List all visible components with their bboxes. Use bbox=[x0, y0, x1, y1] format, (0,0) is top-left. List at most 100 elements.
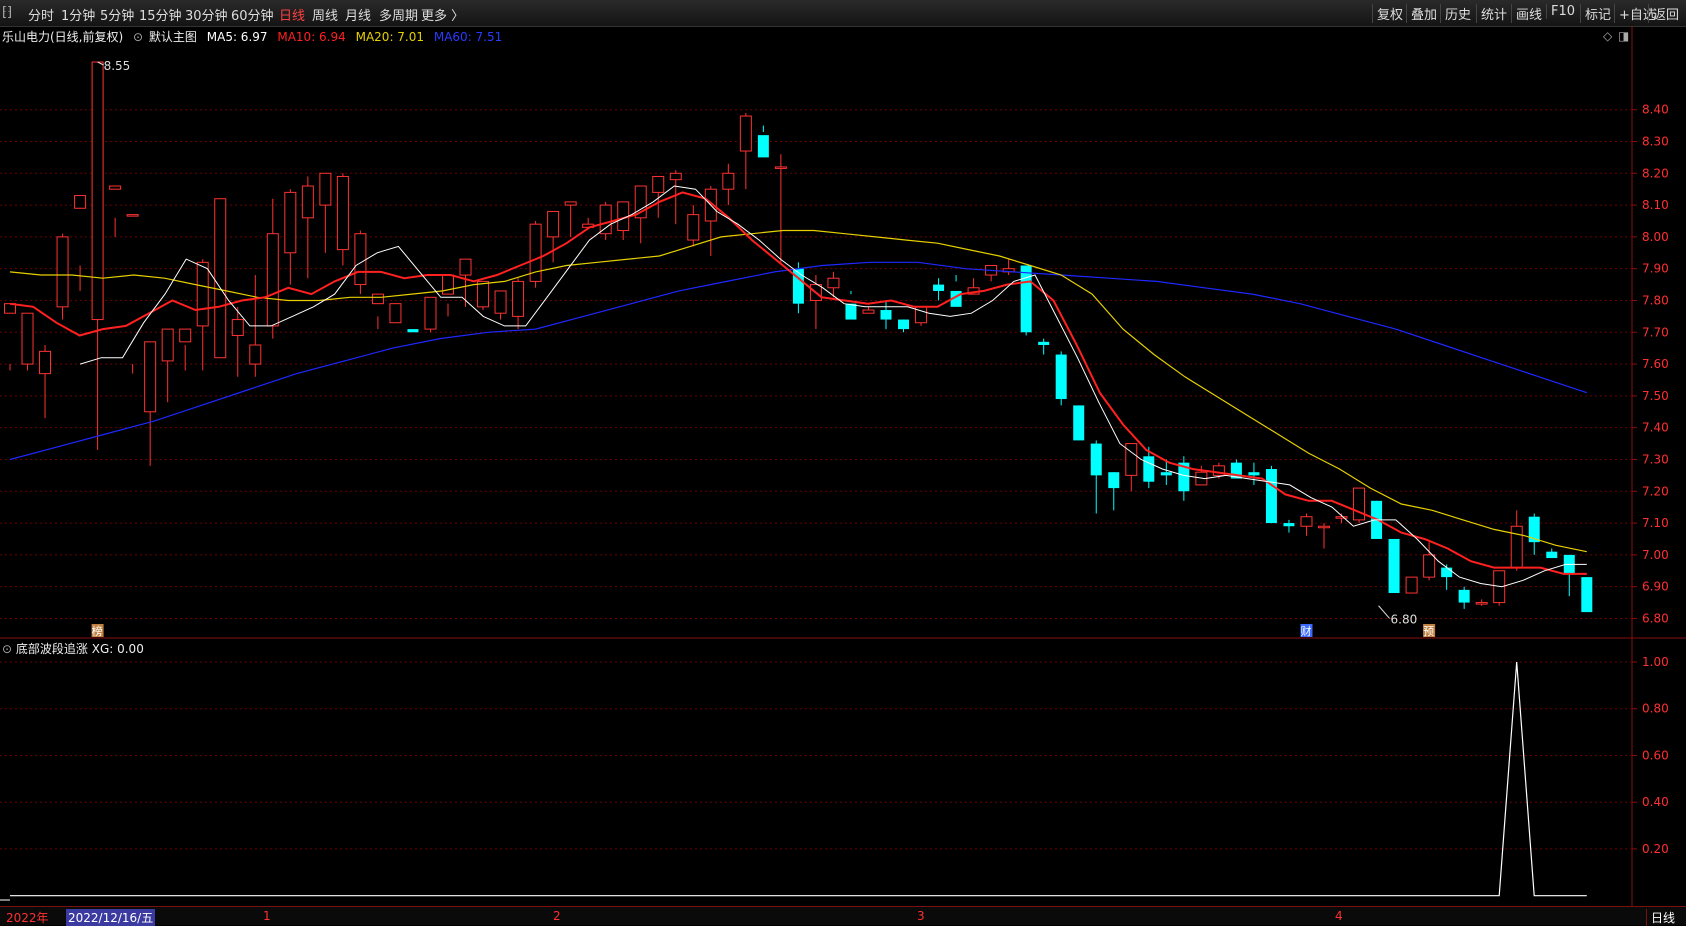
candle-body-up bbox=[179, 328, 192, 343]
candle-body-down bbox=[1248, 472, 1260, 476]
indicator-tick-label: 0.80 bbox=[1642, 702, 1669, 716]
top-toolbar: ⁅⁆ 分时 1分钟 5分钟 15分钟 30分钟 60分钟 日线 周线 月线 多周期 更多 〉 复权叠… bbox=[0, 0, 1686, 27]
period-tab-4[interactable]: 30分钟 bbox=[185, 5, 228, 24]
candle-body-up bbox=[564, 201, 577, 206]
period-tab-daily[interactable]: 日线 bbox=[1646, 909, 1675, 926]
candle-body-up bbox=[1475, 602, 1488, 605]
period-tab-6[interactable]: 日线 bbox=[279, 5, 305, 24]
year-label: 2022年 bbox=[6, 911, 49, 925]
xg-signal-line bbox=[10, 661, 1587, 897]
candle-body-up bbox=[389, 303, 402, 324]
low-price-label: 6.80 bbox=[1391, 612, 1418, 626]
period-tab-5[interactable]: 60分钟 bbox=[231, 5, 274, 24]
candle-body-up bbox=[722, 172, 735, 190]
candle-body-up bbox=[1335, 516, 1348, 519]
candle-body-down bbox=[1265, 469, 1277, 524]
candle-body-down bbox=[1090, 443, 1102, 476]
candle-body-down bbox=[1143, 456, 1155, 482]
price-tick-label: 7.80 bbox=[1642, 293, 1669, 307]
toolbar-button-8[interactable]: 返回 bbox=[1648, 4, 1683, 23]
candle-body-up bbox=[301, 185, 314, 219]
toolbar-button-5[interactable]: F10 bbox=[1546, 4, 1579, 19]
candle-body-down bbox=[845, 303, 857, 320]
candle-body-up bbox=[126, 214, 139, 217]
price-tick-label: 8.20 bbox=[1642, 166, 1669, 180]
kline-chart[interactable]: 8.40 8.30 8.20 8.10 8.00 7.90 7.80 7.70 7.60 7.50… bbox=[0, 26, 1686, 906]
candle-body-up bbox=[687, 214, 700, 241]
price-tick-label: 8.40 bbox=[1642, 103, 1669, 117]
period-tab-10[interactable]: 更多 〉 bbox=[421, 5, 464, 24]
period-tab-7[interactable]: 周线 bbox=[312, 5, 338, 24]
candle-body-up bbox=[319, 172, 332, 206]
candle-body-up bbox=[1405, 576, 1418, 594]
price-tick-label: 6.90 bbox=[1642, 580, 1669, 594]
price-tick-label: 8.00 bbox=[1642, 230, 1669, 244]
candle-body-down bbox=[1020, 265, 1032, 333]
candle-body-up bbox=[371, 293, 384, 305]
event-marker-label: 财 bbox=[1300, 624, 1311, 638]
price-tick-label: 7.70 bbox=[1642, 325, 1669, 339]
candle-body-up bbox=[21, 312, 34, 365]
price-tick-label: 7.60 bbox=[1642, 357, 1669, 371]
candle-body-up bbox=[196, 261, 209, 327]
collapse-icon[interactable]: ⁅⁆ bbox=[2, 5, 12, 20]
toolbar-button-4[interactable]: 画线 bbox=[1511, 4, 1546, 23]
price-tick-label: 7.50 bbox=[1642, 389, 1669, 403]
candle-body-up bbox=[827, 277, 840, 289]
candle-body-down bbox=[1388, 538, 1400, 594]
low-price-arrow bbox=[1378, 605, 1390, 619]
candle-body-up bbox=[442, 274, 454, 295]
candle-body-down bbox=[1546, 551, 1558, 559]
candle-body-up bbox=[249, 344, 262, 365]
price-tick-label: 7.90 bbox=[1642, 262, 1669, 276]
cursor-date: 2022/12/16/五 bbox=[66, 909, 156, 926]
candle-body-down bbox=[757, 135, 769, 158]
price-tick-label: 7.10 bbox=[1642, 516, 1669, 530]
period-tab-2[interactable]: 5分钟 bbox=[100, 5, 134, 24]
toolbar-button-2[interactable]: 历史 bbox=[1440, 4, 1475, 23]
candle-body-up bbox=[652, 175, 665, 193]
period-tab-8[interactable]: 月线 bbox=[345, 5, 371, 24]
period-tab-3[interactable]: 15分钟 bbox=[139, 5, 182, 24]
candle-body-up bbox=[284, 191, 297, 254]
price-tick-label: 7.00 bbox=[1642, 548, 1669, 562]
toolbar-button-1[interactable]: 叠加 bbox=[1406, 4, 1441, 23]
ma5-line bbox=[79, 185, 1587, 588]
candle-body-up bbox=[459, 258, 472, 276]
price-tick-label: 6.80 bbox=[1642, 611, 1669, 625]
event-marker-label: 榜 bbox=[92, 624, 103, 638]
candle-body-up bbox=[336, 175, 349, 251]
price-tick-label: 7.20 bbox=[1642, 484, 1669, 498]
period-tab-1[interactable]: 1分钟 bbox=[61, 5, 95, 24]
price-tick-label: 7.40 bbox=[1642, 421, 1669, 435]
toolbar-button-6[interactable]: 标记 bbox=[1580, 4, 1615, 23]
price-tick-label: 8.10 bbox=[1642, 198, 1669, 212]
candle-body-up bbox=[739, 115, 752, 152]
toolbar-button-0[interactable]: 复权 bbox=[1372, 4, 1407, 23]
price-tick-label: 7.30 bbox=[1642, 452, 1669, 466]
candle-body-up bbox=[424, 296, 437, 330]
candle-body-up bbox=[161, 328, 174, 362]
period-tab-0[interactable]: 分时 bbox=[28, 5, 54, 24]
candle-body-up bbox=[1423, 554, 1436, 578]
period-tab-9[interactable]: 多周期 bbox=[379, 5, 418, 24]
candle-body-down bbox=[1283, 523, 1295, 527]
candle-body-down bbox=[898, 319, 910, 330]
candle-body-up bbox=[599, 204, 612, 235]
candle-body-up bbox=[74, 195, 87, 209]
candle-body-down bbox=[880, 310, 892, 320]
candle-body-up bbox=[56, 236, 69, 308]
event-marker-label: 预 bbox=[1423, 625, 1434, 638]
candle-body-up bbox=[144, 341, 157, 413]
indicator-tick-label: 0.20 bbox=[1642, 842, 1669, 856]
candle-body-up bbox=[1318, 525, 1330, 529]
toolbar-button-3[interactable]: 统计 bbox=[1476, 4, 1511, 23]
bottom-time-axis: 2022年 2022/12/16/五 1 2 3 4 日线 bbox=[0, 906, 1686, 926]
price-tick-label: 8.30 bbox=[1642, 134, 1669, 148]
candle-body-up bbox=[512, 280, 525, 317]
high-price-label: 8.55 bbox=[104, 59, 131, 73]
candle-body-up bbox=[231, 319, 244, 336]
candle-body-up bbox=[1510, 525, 1523, 569]
candle-body-up bbox=[774, 166, 787, 169]
candle-body-up bbox=[354, 233, 367, 286]
